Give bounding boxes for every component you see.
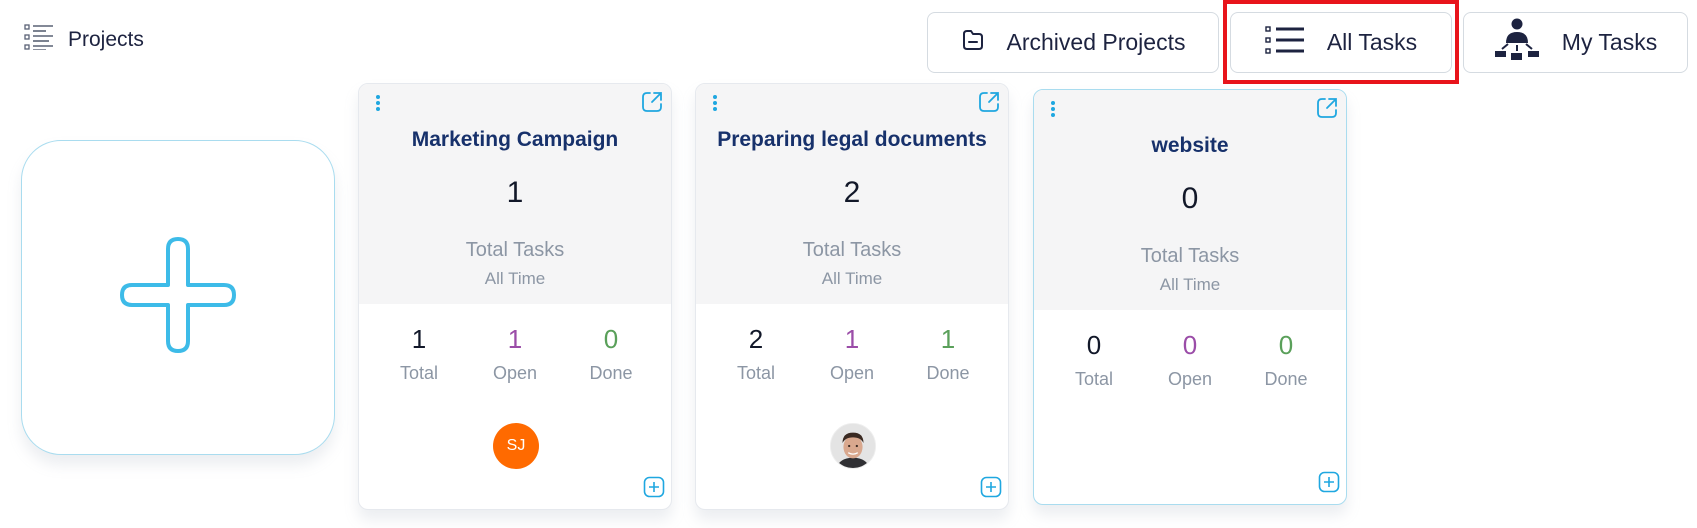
task-list-icon bbox=[1265, 25, 1305, 61]
list-icon bbox=[24, 24, 54, 55]
user-hierarchy-icon bbox=[1494, 17, 1540, 69]
my-tasks-button[interactable]: My Tasks bbox=[1463, 12, 1688, 73]
total-tasks-label: Total Tasks bbox=[1140, 245, 1240, 267]
my-tasks-label: My Tasks bbox=[1561, 29, 1658, 55]
project-title[interactable]: Marketing Campaign bbox=[359, 128, 671, 152]
stat-done-value: 0 bbox=[1278, 330, 1294, 360]
more-vertical-icon[interactable] bbox=[712, 94, 718, 117]
all-tasks-label: All Tasks bbox=[1326, 29, 1418, 55]
stat-done: 0 Done bbox=[1241, 330, 1331, 390]
external-link-icon[interactable] bbox=[640, 90, 664, 119]
more-vertical-icon[interactable] bbox=[1050, 100, 1056, 123]
page-title: Projects bbox=[68, 27, 144, 51]
stat-open-value: 1 bbox=[507, 324, 523, 354]
stat-total: 1 Total bbox=[374, 324, 464, 384]
project-title[interactable]: Preparing legal documents bbox=[696, 128, 1008, 152]
total-tasks-label: Total Tasks bbox=[802, 239, 902, 261]
stat-total: 2 Total bbox=[711, 324, 801, 384]
stat-total-label: Total bbox=[736, 363, 776, 383]
stat-total: 0 Total bbox=[1049, 330, 1139, 390]
stat-done-value: 1 bbox=[940, 324, 956, 354]
stat-open-label: Open bbox=[829, 363, 875, 383]
period-label: All Time bbox=[484, 269, 546, 288]
stat-open-value: 1 bbox=[844, 324, 860, 354]
period-label: All Time bbox=[1159, 275, 1221, 294]
stat-total-label: Total bbox=[399, 363, 439, 383]
folder-minus-icon bbox=[961, 29, 985, 57]
stat-open: 1 Open bbox=[807, 324, 897, 384]
stat-done-label: Done bbox=[926, 363, 970, 383]
stat-total-label: Total bbox=[1074, 369, 1114, 389]
page-header: Projects bbox=[24, 24, 144, 55]
add-task-icon[interactable] bbox=[1318, 471, 1340, 498]
total-tasks-count: 1 bbox=[506, 176, 524, 209]
avatar[interactable]: SJ bbox=[493, 423, 539, 469]
external-link-icon[interactable] bbox=[1315, 96, 1339, 125]
stat-done: 0 Done bbox=[566, 324, 656, 384]
stat-done-value: 0 bbox=[603, 324, 619, 354]
more-vertical-icon[interactable] bbox=[375, 94, 381, 117]
archived-projects-label: Archived Projects bbox=[1006, 29, 1186, 55]
external-link-icon[interactable] bbox=[977, 90, 1001, 119]
add-task-icon[interactable] bbox=[643, 476, 665, 503]
stat-open: 1 Open bbox=[470, 324, 560, 384]
total-tasks-label: Total Tasks bbox=[465, 239, 565, 261]
project-card[interactable]: Preparing legal documents 2 Total Tasks … bbox=[695, 83, 1009, 510]
archived-projects-button[interactable]: Archived Projects bbox=[927, 12, 1219, 73]
plus-icon bbox=[118, 235, 238, 360]
stat-done-label: Done bbox=[589, 363, 633, 383]
all-tasks-button[interactable]: All Tasks bbox=[1230, 12, 1452, 73]
total-tasks-count: 2 bbox=[843, 176, 861, 209]
stat-open-label: Open bbox=[1167, 369, 1213, 389]
project-card[interactable]: website 0 Total Tasks All Time 0 Total 0 O… bbox=[1033, 89, 1347, 505]
stat-open: 0 Open bbox=[1145, 330, 1235, 390]
stat-done: 1 Done bbox=[903, 324, 993, 384]
add-task-icon[interactable] bbox=[980, 476, 1002, 503]
stat-done-label: Done bbox=[1264, 369, 1308, 389]
stat-total-value: 2 bbox=[748, 324, 764, 354]
total-tasks-count: 0 bbox=[1181, 182, 1199, 215]
stat-open-value: 0 bbox=[1182, 330, 1198, 360]
avatar-photo[interactable] bbox=[830, 423, 876, 469]
stat-total-value: 1 bbox=[411, 324, 427, 354]
stat-total-value: 0 bbox=[1086, 330, 1102, 360]
project-card[interactable]: Marketing Campaign 1 Total Tasks All Tim… bbox=[358, 83, 672, 510]
stat-open-label: Open bbox=[492, 363, 538, 383]
period-label: All Time bbox=[821, 269, 883, 288]
project-title[interactable]: website bbox=[1034, 134, 1346, 158]
add-project-button[interactable] bbox=[21, 140, 335, 455]
